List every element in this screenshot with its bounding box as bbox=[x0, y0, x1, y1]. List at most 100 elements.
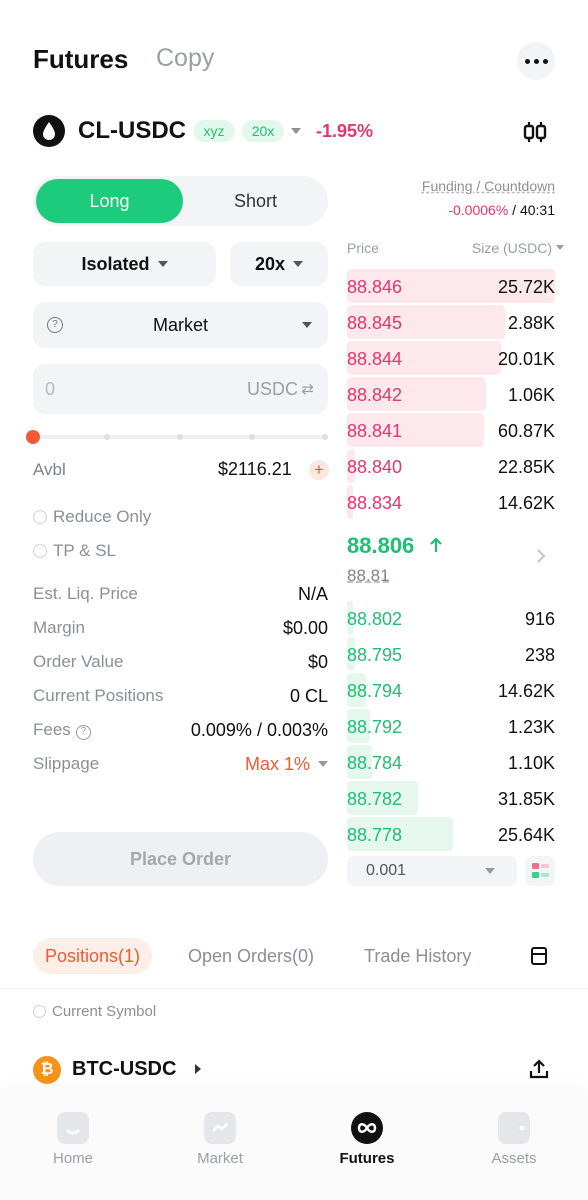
deposit-plus-icon[interactable]: + bbox=[309, 460, 329, 480]
nav-assets[interactable]: Assets bbox=[464, 1112, 564, 1167]
place-order-button[interactable]: Place Order bbox=[33, 832, 328, 886]
tick-size-select[interactable]: 0.001 bbox=[347, 856, 517, 886]
amount-unit: USDC bbox=[246, 379, 298, 399]
amount-slider[interactable] bbox=[26, 430, 328, 444]
more-menu-button[interactable] bbox=[517, 42, 555, 80]
bid-row[interactable]: 88.794 14.62K bbox=[347, 673, 555, 707]
order-type-select[interactable]: ? Market bbox=[33, 302, 328, 348]
amount-input[interactable] bbox=[45, 364, 225, 414]
tab-positions[interactable]: Positions(1) bbox=[33, 938, 153, 974]
ask-price: 88.841 bbox=[347, 421, 403, 441]
bid-row[interactable]: 88.784 1.10K bbox=[347, 745, 555, 779]
price-change: -1.95% bbox=[316, 121, 374, 141]
slippage-value: Max 1% bbox=[244, 754, 310, 774]
current-positions-value: 0 CL bbox=[289, 686, 328, 706]
nav-futures[interactable]: Futures bbox=[317, 1112, 417, 1167]
bid-row[interactable]: 88.802 916 bbox=[347, 601, 555, 635]
symbol-dropdown-icon[interactable] bbox=[291, 128, 301, 134]
position-row[interactable]: ₿ BTC-USDC bbox=[0, 1050, 588, 1090]
reduce-only-checkbox[interactable]: Reduce Only bbox=[33, 507, 151, 527]
tab-open-orders[interactable]: Open Orders(0) bbox=[188, 938, 314, 974]
tab-trade-history[interactable]: Trade History bbox=[364, 938, 471, 974]
margin-label: Margin bbox=[33, 618, 85, 637]
margin-mode-select[interactable]: Isolated bbox=[33, 242, 216, 286]
margin-value: $0.00 bbox=[282, 618, 328, 638]
radio-circle-icon bbox=[33, 544, 47, 558]
caret-down-icon bbox=[157, 261, 168, 267]
ask-price: 88.846 bbox=[347, 277, 403, 297]
position-symbol[interactable]: BTC-USDC bbox=[72, 1058, 176, 1081]
nav-market[interactable]: Market bbox=[170, 1112, 270, 1167]
triangle-right-icon[interactable] bbox=[195, 1064, 201, 1074]
bid-price: 88.794 bbox=[347, 681, 403, 701]
ask-size: 60.87K bbox=[497, 421, 555, 441]
symbol-row[interactable]: CL-USDC xyz 20x -1.95% bbox=[0, 110, 588, 154]
bid-row[interactable]: 88.782 31.85K bbox=[347, 781, 555, 815]
slider-step[interactable] bbox=[249, 434, 255, 440]
tab-futures[interactable]: Futures bbox=[33, 44, 128, 75]
swap-unit-icon[interactable]: ⇄ bbox=[301, 380, 314, 398]
market-icon bbox=[204, 1112, 236, 1144]
ask-row[interactable]: 88.834 14.62K bbox=[347, 485, 555, 519]
ask-row[interactable]: 88.840 22.85K bbox=[347, 449, 555, 483]
long-button[interactable]: Long bbox=[36, 179, 183, 223]
symbol-name[interactable]: CL-USDC bbox=[78, 117, 186, 145]
orderbook-layout-icon bbox=[532, 863, 549, 878]
bottom-nav: Home Market Futures Assets bbox=[0, 1094, 588, 1200]
leverage-select[interactable]: 20x bbox=[230, 242, 328, 286]
ask-size: 22.85K bbox=[497, 457, 555, 477]
funding-separator: / bbox=[512, 202, 517, 218]
current-positions-label: Current Positions bbox=[33, 686, 164, 705]
bid-row[interactable]: 88.795 238 bbox=[347, 637, 555, 671]
long-short-toggle: Long Short bbox=[33, 176, 328, 226]
slider-step[interactable] bbox=[322, 434, 328, 440]
last-price: 88.806 bbox=[347, 533, 415, 558]
funding-rate: -0.0006% bbox=[448, 202, 509, 218]
ask-row[interactable]: 88.844 20.01K bbox=[347, 341, 555, 375]
short-button[interactable]: Short bbox=[183, 179, 328, 223]
slider-step[interactable] bbox=[104, 434, 110, 440]
caret-down-icon[interactable] bbox=[556, 245, 564, 250]
est-liq-price-value: N/A bbox=[297, 584, 328, 604]
ask-row[interactable]: 88.846 25.72K bbox=[347, 269, 555, 303]
bid-row[interactable]: 88.792 1.23K bbox=[347, 709, 555, 743]
tp-sl-checkbox[interactable]: TP & SL bbox=[33, 541, 116, 561]
help-icon[interactable]: ? bbox=[75, 725, 91, 740]
bitcoin-icon: ₿ bbox=[33, 1056, 61, 1084]
nav-home[interactable]: Home bbox=[23, 1112, 123, 1167]
ask-row[interactable]: 88.842 1.06K bbox=[347, 377, 555, 411]
fees-label: Fees? bbox=[33, 720, 91, 740]
slippage-label: Slippage bbox=[33, 754, 100, 773]
caret-down-icon bbox=[485, 868, 495, 874]
chevron-right-icon[interactable] bbox=[536, 548, 546, 564]
orderbook-price-header: Price bbox=[347, 240, 379, 256]
fees-label-text: Fees bbox=[33, 720, 71, 739]
amount-field: USDC ⇄ bbox=[33, 364, 328, 414]
mark-price[interactable]: 88.81 bbox=[347, 566, 390, 586]
funding-countdown-label[interactable]: Funding / Countdown bbox=[422, 178, 555, 194]
ask-row[interactable]: 88.841 60.87K bbox=[347, 413, 555, 447]
orderbook-layout-button[interactable] bbox=[525, 856, 555, 886]
bid-size: 1.23K bbox=[507, 717, 555, 737]
slider-thumb[interactable] bbox=[26, 430, 40, 444]
est-liq-price-label: Est. Liq. Price bbox=[33, 584, 138, 603]
bid-row[interactable]: 88.778 25.64K bbox=[347, 817, 555, 851]
candlestick-chart-icon[interactable] bbox=[522, 120, 548, 144]
funding-values: -0.0006% / 40:31 bbox=[448, 202, 555, 218]
fees-value: 0.009% / 0.003% bbox=[190, 720, 328, 740]
margin-mode-label: Isolated bbox=[81, 253, 150, 274]
slippage-select[interactable]: Max 1% bbox=[245, 754, 328, 775]
drop-icon bbox=[33, 115, 65, 147]
slider-step[interactable] bbox=[177, 434, 183, 440]
bid-size: 1.10K bbox=[507, 753, 555, 773]
ask-size: 2.88K bbox=[507, 313, 555, 333]
available-balance: $2116.21 bbox=[218, 459, 292, 479]
nav-futures-label: Futures bbox=[339, 1150, 395, 1167]
history-record-icon[interactable] bbox=[530, 946, 548, 966]
ask-row[interactable]: 88.845 2.88K bbox=[347, 305, 555, 339]
caret-down-icon bbox=[302, 322, 312, 328]
share-icon[interactable] bbox=[528, 1058, 550, 1080]
current-symbol-checkbox[interactable]: Current Symbol bbox=[33, 1003, 156, 1020]
tab-copy[interactable]: Copy bbox=[156, 44, 214, 73]
orderbook-size-header[interactable]: Size (USDC) bbox=[472, 240, 552, 256]
